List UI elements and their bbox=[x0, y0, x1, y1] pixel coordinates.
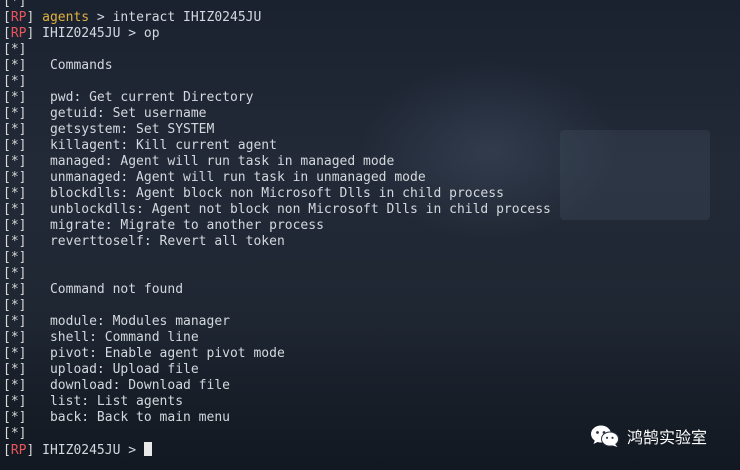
line-prefix: [*] bbox=[3, 426, 27, 441]
prompt-bracket-open: [ bbox=[3, 26, 11, 41]
line-prefix: [*] bbox=[3, 106, 27, 121]
line-prefix: [*] bbox=[3, 378, 27, 393]
line-prefix: [*] bbox=[3, 362, 27, 377]
terminal-line: [*] unmanaged: Agent will run task in un… bbox=[3, 170, 740, 186]
output-text: reverttoself: Revert all token bbox=[26, 234, 285, 249]
line-prefix: [*] bbox=[3, 250, 27, 265]
output-text: list: List agents bbox=[26, 394, 184, 409]
line-prefix: [*] bbox=[3, 314, 27, 329]
output-text: upload: Upload file bbox=[26, 362, 199, 377]
output-text: pwd: Get current Directory bbox=[26, 90, 254, 105]
output-text: unmanaged: Agent will run task in unmana… bbox=[26, 170, 426, 185]
wechat-icon bbox=[591, 425, 619, 447]
prompt-tag: RP bbox=[10, 443, 27, 458]
terminal-line: [*] reverttoself: Revert all token bbox=[3, 234, 740, 250]
line-prefix: [*] bbox=[3, 298, 27, 313]
line-prefix: [*] bbox=[3, 186, 27, 201]
output-text: killagent: Kill current agent bbox=[26, 138, 277, 153]
terminal-line: [*] getuid: Set username bbox=[3, 106, 740, 122]
output-text: Command not found bbox=[26, 282, 184, 297]
line-prefix: [*] bbox=[3, 58, 27, 73]
line-prefix: [*] bbox=[3, 330, 27, 345]
terminal-line: [RP] IHIZ0245JU > op bbox=[3, 26, 740, 42]
terminal-line: [*] managed: Agent will run task in mana… bbox=[3, 154, 740, 170]
line-prefix: [*] bbox=[3, 410, 27, 425]
output-text: download: Download file bbox=[26, 378, 230, 393]
line-prefix: [*] bbox=[3, 0, 27, 9]
terminal-line: [*] getsystem: Set SYSTEM bbox=[3, 122, 740, 138]
line-prefix: [*] bbox=[3, 394, 27, 409]
text-cursor[interactable] bbox=[143, 442, 152, 456]
line-prefix: [*] bbox=[3, 282, 27, 297]
terminal-line: [*] bbox=[3, 74, 740, 90]
command-text: IHIZ0245JU > op bbox=[34, 26, 160, 41]
line-prefix: [*] bbox=[3, 346, 27, 361]
output-text: module: Modules manager bbox=[26, 314, 230, 329]
terminal-line: [*] list: List agents bbox=[3, 394, 740, 410]
line-prefix: [*] bbox=[3, 138, 27, 153]
watermark-text: 鸿鹄实验室 bbox=[627, 428, 708, 447]
line-prefix: [*] bbox=[3, 234, 27, 249]
output-text: getsystem: Set SYSTEM bbox=[26, 122, 215, 137]
line-prefix: [*] bbox=[3, 154, 27, 169]
output-text: pivot: Enable agent pivot mode bbox=[26, 346, 285, 361]
terminal-line: [*] bbox=[3, 298, 740, 314]
output-text: getuid: Set username bbox=[26, 106, 207, 121]
line-prefix: [*] bbox=[3, 202, 27, 217]
prompt-context: agents bbox=[42, 10, 90, 25]
terminal-line: [*] bbox=[3, 266, 740, 282]
command-text: > interact IHIZ0245JU bbox=[89, 10, 262, 25]
prompt-tag: RP bbox=[10, 26, 27, 41]
terminal-line: [*] download: Download file bbox=[3, 378, 740, 394]
terminal-line: [*] bbox=[3, 42, 740, 58]
output-text: blockdlls: Agent block non Microsoft Dll… bbox=[26, 186, 504, 201]
prompt-bracket-open: [ bbox=[3, 10, 11, 25]
terminal-line: [*] migrate: Migrate to another process bbox=[3, 218, 740, 234]
terminal-line: [RP] agents > interact IHIZ0245JU bbox=[3, 10, 740, 26]
terminal-line: [*] killagent: Kill current agent bbox=[3, 138, 740, 154]
terminal-line: [*] shell: Command line bbox=[3, 330, 740, 346]
output-text: back: Back to main menu bbox=[26, 410, 230, 425]
line-prefix: [*] bbox=[3, 218, 27, 233]
terminal-line: [*] bbox=[3, 0, 740, 10]
terminal-line: [*] unblockdlls: Agent not block non Mic… bbox=[3, 202, 740, 218]
line-prefix: [*] bbox=[3, 266, 27, 281]
output-text: migrate: Migrate to another process bbox=[26, 218, 324, 233]
terminal-line: [*] Commands bbox=[3, 58, 740, 74]
watermark: 鸿鹄实验室 bbox=[590, 424, 707, 448]
terminal-line: [*] module: Modules manager bbox=[3, 314, 740, 330]
line-prefix: [*] bbox=[3, 42, 27, 57]
output-text: Commands bbox=[26, 58, 113, 73]
terminal-line: [*] bbox=[3, 250, 740, 266]
line-prefix: [*] bbox=[3, 90, 27, 105]
terminal-line: [*] pwd: Get current Directory bbox=[3, 90, 740, 106]
output-text: unblockdlls: Agent not block non Microso… bbox=[26, 202, 551, 217]
line-prefix: [*] bbox=[3, 74, 27, 89]
command-text: IHIZ0245JU > bbox=[34, 443, 144, 458]
terminal-output[interactable]: [*] [RP] agents > interact IHIZ0245JU [RP]… bbox=[3, 0, 740, 458]
prompt-bracket-open: [ bbox=[3, 443, 11, 458]
line-prefix: [*] bbox=[3, 170, 27, 185]
terminal-line: [*] upload: Upload file bbox=[3, 362, 740, 378]
output-text: managed: Agent will run task in managed … bbox=[26, 154, 395, 169]
output-text: shell: Command line bbox=[26, 330, 199, 345]
terminal-line: [*] blockdlls: Agent block non Microsoft… bbox=[3, 186, 740, 202]
prompt-tag: RP bbox=[10, 10, 27, 25]
terminal-line: [*] pivot: Enable agent pivot mode bbox=[3, 346, 740, 362]
terminal-line: [*] Command not found bbox=[3, 282, 740, 298]
line-prefix: [*] bbox=[3, 122, 27, 137]
